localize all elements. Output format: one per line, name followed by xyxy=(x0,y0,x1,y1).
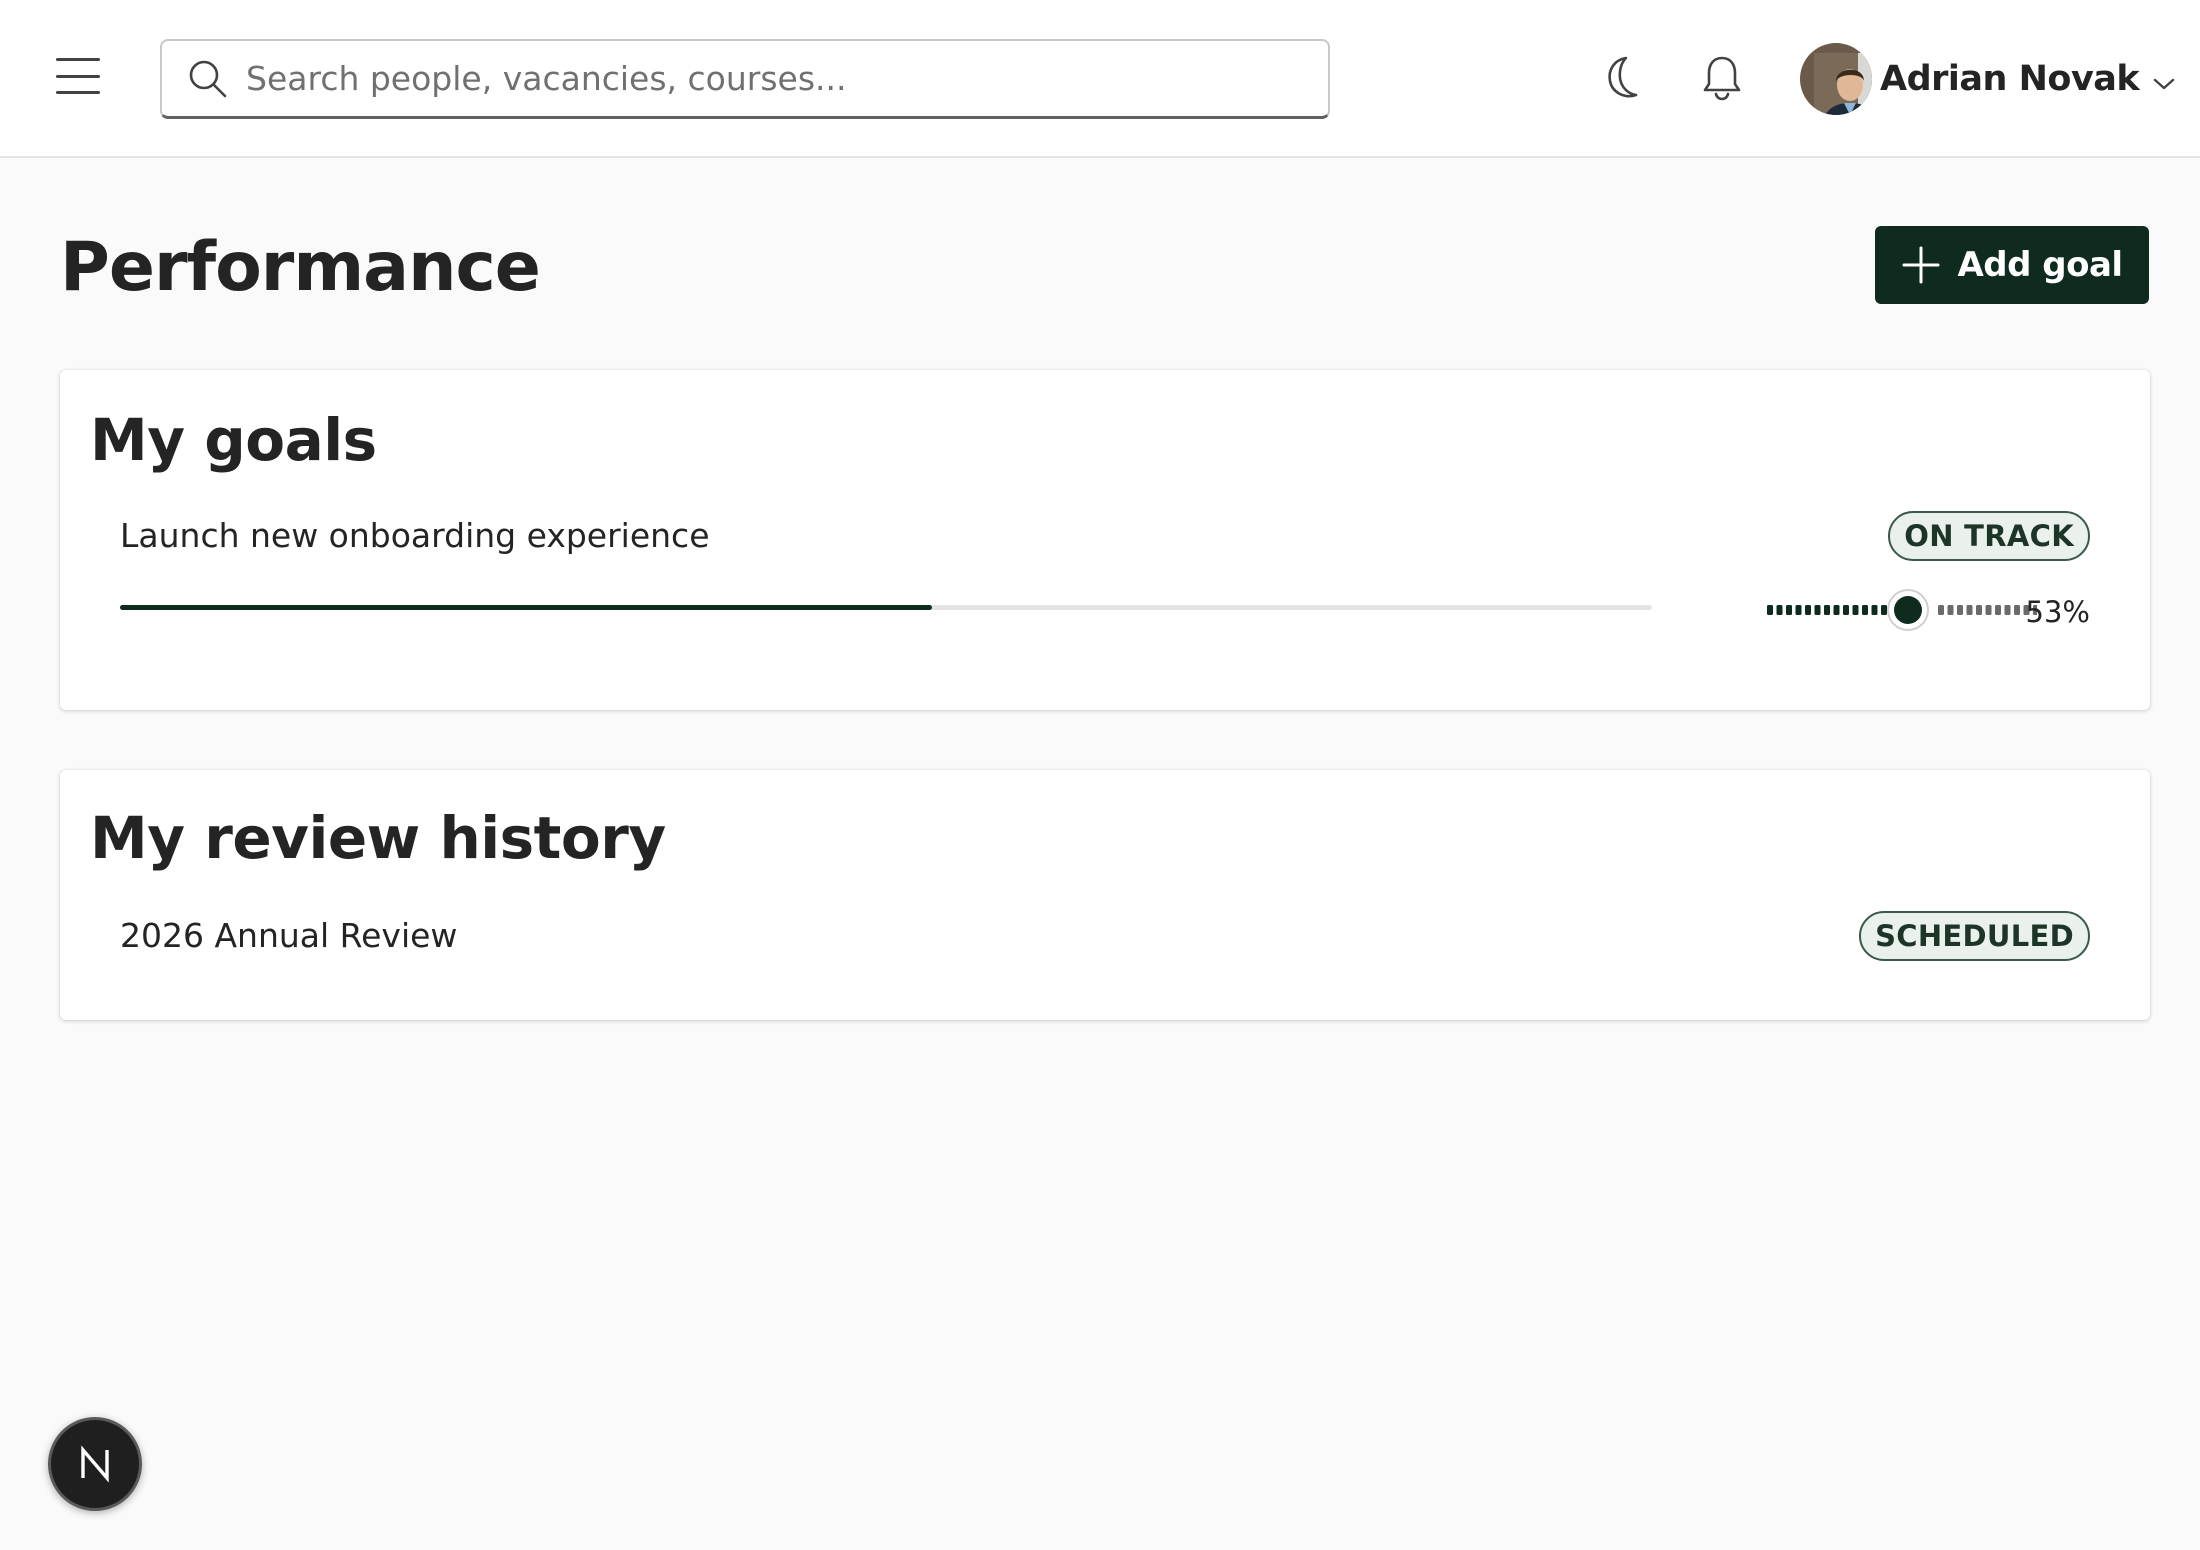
goal-name: Launch new onboarding experience xyxy=(120,516,710,555)
add-goal-label: Add goal xyxy=(1957,245,2123,285)
avatar xyxy=(1800,43,1872,115)
slider-tick xyxy=(2004,605,2011,615)
goal-progress-slider[interactable] xyxy=(1765,588,2037,632)
user-menu[interactable]: Adrian Novak xyxy=(1800,40,2175,118)
slider-tick xyxy=(1833,605,1840,615)
slider-tick xyxy=(1795,605,1802,615)
slider-tick xyxy=(1966,605,1973,615)
user-name: Adrian Novak xyxy=(1880,59,2140,99)
slider-tick xyxy=(1824,605,1830,615)
goals-card-title: My goals xyxy=(90,406,377,474)
slider-tick xyxy=(1814,605,1821,615)
notifications-button[interactable] xyxy=(1694,50,1750,106)
bell-icon xyxy=(1703,56,1741,101)
goal-progress-bar xyxy=(120,605,1652,610)
slider-tick xyxy=(1947,605,1954,615)
slider-tick xyxy=(1776,605,1783,615)
slider-tick xyxy=(1976,605,1982,615)
slider-tick xyxy=(1957,605,1963,615)
goals-card: My goals Launch new onboarding experienc… xyxy=(60,370,2150,710)
n-logo-icon xyxy=(81,1445,109,1483)
chevron-down-icon xyxy=(2153,78,2175,90)
search-box[interactable] xyxy=(160,39,1330,119)
review-history-card: My review history 2026 Annual Review SCH… xyxy=(60,770,2150,1020)
slider-tick xyxy=(1843,605,1849,615)
moon-icon xyxy=(1608,56,1638,98)
slider-tick xyxy=(1786,605,1792,615)
slider-tick xyxy=(1862,605,1868,615)
page-title: Performance xyxy=(60,228,541,307)
slider-tick xyxy=(1985,605,1992,615)
goal-progress-percent: 53% xyxy=(2025,595,2090,629)
search-input[interactable] xyxy=(246,59,1296,98)
slider-tick xyxy=(1881,605,1887,615)
slider-tick xyxy=(1938,605,1944,615)
slider-tick xyxy=(1805,605,1811,615)
goal-status-badge: ON TRACK xyxy=(1888,511,2090,561)
dark-mode-toggle[interactable] xyxy=(1594,50,1650,106)
review-status-badge: SCHEDULED xyxy=(1859,911,2090,961)
plus-icon xyxy=(1902,246,1940,284)
slider-tick xyxy=(1871,605,1878,615)
goal-progress-fill xyxy=(120,605,932,610)
slider-tick xyxy=(2014,605,2020,615)
review-history-title: My review history xyxy=(90,804,666,872)
review-name: 2026 Annual Review xyxy=(120,916,458,955)
hamburger-menu-icon[interactable] xyxy=(56,58,100,94)
top-bar: Adrian Novak xyxy=(0,0,2200,158)
slider-tick xyxy=(1767,605,1773,615)
slider-tick xyxy=(1995,605,2001,615)
next-dev-indicator-button[interactable] xyxy=(48,1417,142,1511)
slider-thumb[interactable] xyxy=(1894,596,1922,624)
add-goal-button[interactable]: Add goal xyxy=(1875,226,2149,304)
search-icon xyxy=(189,60,227,97)
slider-tick xyxy=(1852,605,1859,615)
